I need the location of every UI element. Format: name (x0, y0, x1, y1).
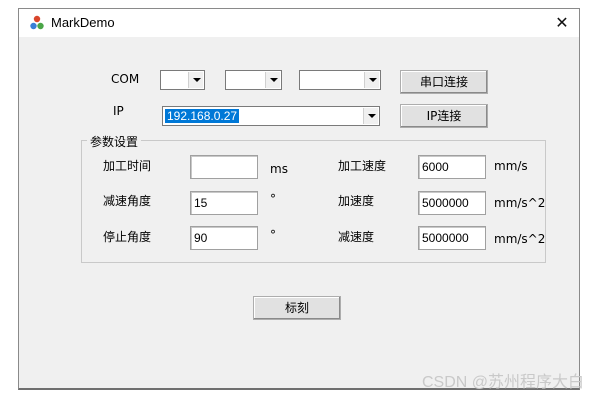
window-title: MarkDemo (51, 15, 115, 30)
main-window: MarkDemo ✕ COM 串口连接 IP 192.168.0.27 IP连接… (18, 8, 580, 390)
acceleration-label: 加速度 (338, 194, 375, 208)
stop-angle-field[interactable]: 90 (190, 226, 258, 250)
decel-angle-unit: ° (270, 192, 276, 206)
mark-button[interactable]: 标刻 (253, 296, 341, 320)
acceleration-unit: mm/s^2 (494, 196, 546, 210)
decel-angle-label: 减速角度 (103, 194, 152, 208)
ip-connect-button[interactable]: IP连接 (400, 104, 488, 128)
com-select-2[interactable] (225, 70, 282, 90)
chevron-down-icon[interactable] (364, 72, 379, 88)
title-bar: MarkDemo ✕ (19, 9, 579, 37)
deceleration-field[interactable]: 5000000 (418, 226, 486, 250)
deceleration-label: 减速度 (338, 230, 375, 244)
process-time-label: 加工时间 (103, 159, 152, 173)
app-icon (30, 15, 44, 30)
watermark: CSDN @苏州程序大白 (421, 374, 584, 391)
close-icon: ✕ (555, 13, 569, 32)
com-select-3[interactable] (299, 70, 381, 90)
ip-value: 192.168.0.27 (165, 109, 240, 123)
stop-angle-label: 停止角度 (103, 230, 152, 244)
ip-label: IP (113, 104, 124, 118)
deceleration-unit: mm/s^2 (494, 232, 546, 246)
com-select-1[interactable] (160, 70, 205, 90)
params-group-title: 参数设置 (87, 133, 142, 150)
acceleration-field[interactable]: 5000000 (418, 191, 486, 215)
chevron-down-icon[interactable] (188, 72, 203, 88)
stop-angle-unit: ° (270, 228, 276, 242)
close-button[interactable]: ✕ (551, 12, 573, 34)
process-time-unit: ms (270, 162, 288, 176)
process-speed-field[interactable]: 6000 (418, 155, 486, 179)
chevron-down-icon[interactable] (363, 108, 378, 124)
ip-select[interactable]: 192.168.0.27 (162, 106, 380, 126)
decel-angle-field[interactable]: 15 (190, 191, 258, 215)
process-time-field[interactable] (190, 155, 258, 179)
chevron-down-icon[interactable] (265, 72, 280, 88)
process-speed-unit: mm/s (494, 159, 528, 173)
process-speed-label: 加工速度 (338, 159, 387, 173)
serial-connect-button[interactable]: 串口连接 (400, 70, 488, 94)
com-label: COM (111, 72, 140, 86)
